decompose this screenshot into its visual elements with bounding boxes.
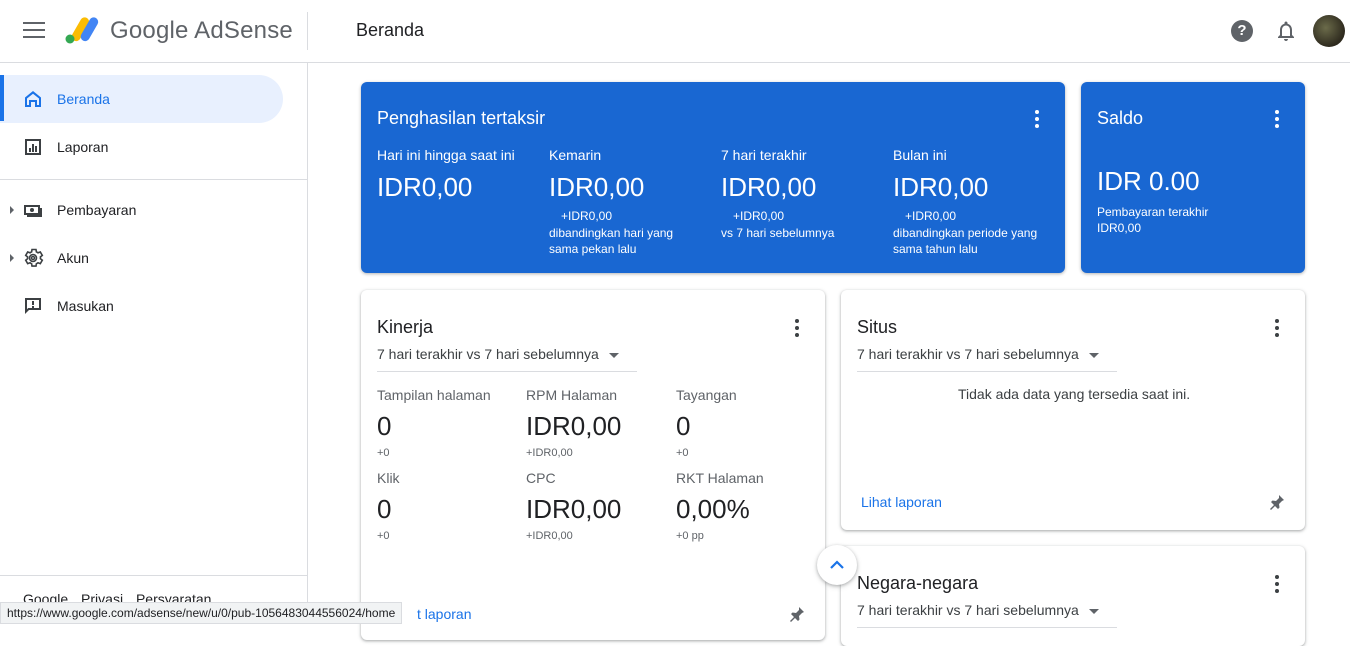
- sidebar-item-label: Laporan: [57, 139, 109, 155]
- sidebar-item-label: Pembayaran: [57, 202, 137, 218]
- top-app-bar: Google AdSense Beranda ?: [0, 0, 1350, 63]
- home-icon: [25, 91, 41, 107]
- metric-label: Tayangan: [676, 387, 737, 403]
- period-label: 7 hari terakhir vs 7 hari sebelumnya: [377, 346, 599, 362]
- metric-delta: +0: [676, 447, 689, 459]
- brand-name: Google AdSense: [110, 17, 293, 44]
- countries-card: Negara-negara 7 hari terakhir vs 7 hari …: [841, 546, 1305, 646]
- earnings-label: Bulan ini: [893, 147, 947, 163]
- payments-icon: [24, 205, 42, 217]
- metric-value: 0,00%: [676, 494, 750, 524]
- earnings-value: IDR0,00: [721, 172, 817, 202]
- metric-value: 0: [676, 411, 691, 441]
- empty-state-text: Tidak ada data yang tersedia saat ini.: [958, 386, 1191, 402]
- earnings-delta: +IDR0,00: [561, 209, 613, 223]
- estimated-earnings-card: Penghasilan tertaksir Hari ini hingga sa…: [361, 82, 1065, 273]
- more-vert-icon[interactable]: [1275, 575, 1279, 593]
- sidebar-item-pembayaran[interactable]: Pembayaran: [0, 186, 283, 234]
- sidebar-item-akun[interactable]: Akun: [0, 234, 283, 282]
- sidebar-item-label: Beranda: [57, 91, 110, 107]
- earnings-value: IDR0,00: [549, 172, 645, 202]
- chevron-up-icon: [830, 560, 844, 569]
- last-payment-value: IDR0,00: [1097, 221, 1142, 235]
- earnings-value: IDR0,00: [377, 172, 473, 202]
- earnings-note: vs 7 hari sebelumnya: [721, 226, 835, 240]
- bar-chart-icon: [25, 139, 41, 155]
- sites-title: Situs: [857, 317, 898, 337]
- expand-caret-icon: [10, 254, 14, 262]
- earnings-note: dibandingkan periode yang sama tahun lal…: [893, 226, 1038, 256]
- sidebar: Beranda Laporan Pembayaran Akun Masukan …: [0, 63, 308, 624]
- earnings-label: Hari ini hingga saat ini: [377, 147, 515, 163]
- header-divider: [307, 12, 308, 50]
- dropdown-arrow-icon: [1088, 608, 1099, 614]
- metric-value: IDR0,00: [526, 494, 622, 524]
- page-title: Beranda: [356, 20, 425, 40]
- more-vert-icon[interactable]: [1035, 110, 1039, 128]
- more-vert-icon[interactable]: [795, 319, 799, 337]
- balance-value: IDR 0.00: [1097, 166, 1200, 196]
- period-label: 7 hari terakhir vs 7 hari sebelumnya: [857, 346, 1079, 362]
- menu-icon[interactable]: [23, 22, 45, 40]
- metric-label: Tampilan halaman: [377, 387, 491, 403]
- metric-value: IDR0,00: [526, 411, 622, 441]
- feedback-icon: [25, 298, 41, 314]
- avatar[interactable]: [1313, 15, 1345, 47]
- dropdown-arrow-icon: [1088, 352, 1099, 358]
- performance-title: Kinerja: [377, 317, 434, 337]
- sites-card: Situs 7 hari terakhir vs 7 hari sebelumn…: [841, 290, 1305, 530]
- more-vert-icon[interactable]: [1275, 110, 1279, 128]
- sidebar-divider: [0, 179, 307, 180]
- earnings-title: Penghasilan tertaksir: [377, 108, 546, 128]
- sidebar-item-masukan[interactable]: Masukan: [0, 282, 283, 330]
- sidebar-item-label: Akun: [57, 250, 89, 266]
- earnings-label: Kemarin: [549, 147, 602, 163]
- pin-icon[interactable]: [1268, 493, 1286, 511]
- scroll-to-top-button[interactable]: [817, 545, 857, 585]
- sidebar-item-label: Masukan: [57, 298, 114, 314]
- metric-delta: +IDR0,00: [526, 530, 573, 542]
- help-icon[interactable]: ?: [1231, 20, 1253, 42]
- metric-delta: +0: [377, 447, 390, 459]
- last-payment-label: Pembayaran terakhir: [1097, 205, 1209, 219]
- view-report-link[interactable]: Lihat laporan: [861, 494, 942, 510]
- expand-caret-icon: [10, 206, 14, 214]
- period-label: 7 hari terakhir vs 7 hari sebelumnya: [857, 602, 1079, 618]
- earnings-delta: +IDR0,00: [905, 209, 957, 223]
- sidebar-divider: [0, 575, 307, 576]
- sidebar-item-laporan[interactable]: Laporan: [0, 123, 283, 171]
- gear-icon: [24, 248, 44, 267]
- metric-value: 0: [377, 494, 392, 524]
- notification-bell-icon[interactable]: [1276, 20, 1296, 42]
- balance-title: Saldo: [1097, 108, 1144, 128]
- view-report-link[interactable]: t laporan: [417, 606, 471, 622]
- metric-label: CPC: [526, 470, 556, 486]
- metric-value: 0: [377, 411, 392, 441]
- metric-delta: +0 pp: [676, 530, 704, 542]
- earnings-label: 7 hari terakhir: [721, 147, 807, 163]
- metric-label: RPM Halaman: [526, 387, 618, 403]
- metric-delta: +IDR0,00: [526, 447, 573, 459]
- balance-card: Saldo IDR 0.00 Pembayaran terakhir IDR0,…: [1081, 82, 1305, 273]
- period-selector[interactable]: 7 hari terakhir vs 7 hari sebelumnya: [857, 602, 1117, 628]
- sidebar-item-beranda[interactable]: Beranda: [0, 75, 283, 123]
- more-vert-icon[interactable]: [1275, 319, 1279, 337]
- countries-title: Negara-negara: [857, 573, 979, 593]
- earnings-delta: +IDR0,00: [733, 209, 785, 223]
- dropdown-arrow-icon: [608, 352, 619, 358]
- period-selector[interactable]: 7 hari terakhir vs 7 hari sebelumnya: [377, 346, 637, 372]
- earnings-value: IDR0,00: [893, 172, 989, 202]
- period-selector[interactable]: 7 hari terakhir vs 7 hari sebelumnya: [857, 346, 1117, 372]
- pin-icon[interactable]: [788, 605, 806, 623]
- metric-label: RKT Halaman: [676, 470, 764, 486]
- earnings-note: dibandingkan hari yang sama pekan lalu: [549, 226, 674, 256]
- metric-delta: +0: [377, 530, 390, 542]
- metric-label: Klik: [377, 470, 400, 486]
- browser-status-url: https://www.google.com/adsense/new/u/0/p…: [0, 602, 403, 624]
- active-indicator: [0, 75, 4, 121]
- performance-card: Kinerja 7 hari terakhir vs 7 hari sebelu…: [361, 290, 825, 640]
- adsense-logo[interactable]: [64, 14, 100, 46]
